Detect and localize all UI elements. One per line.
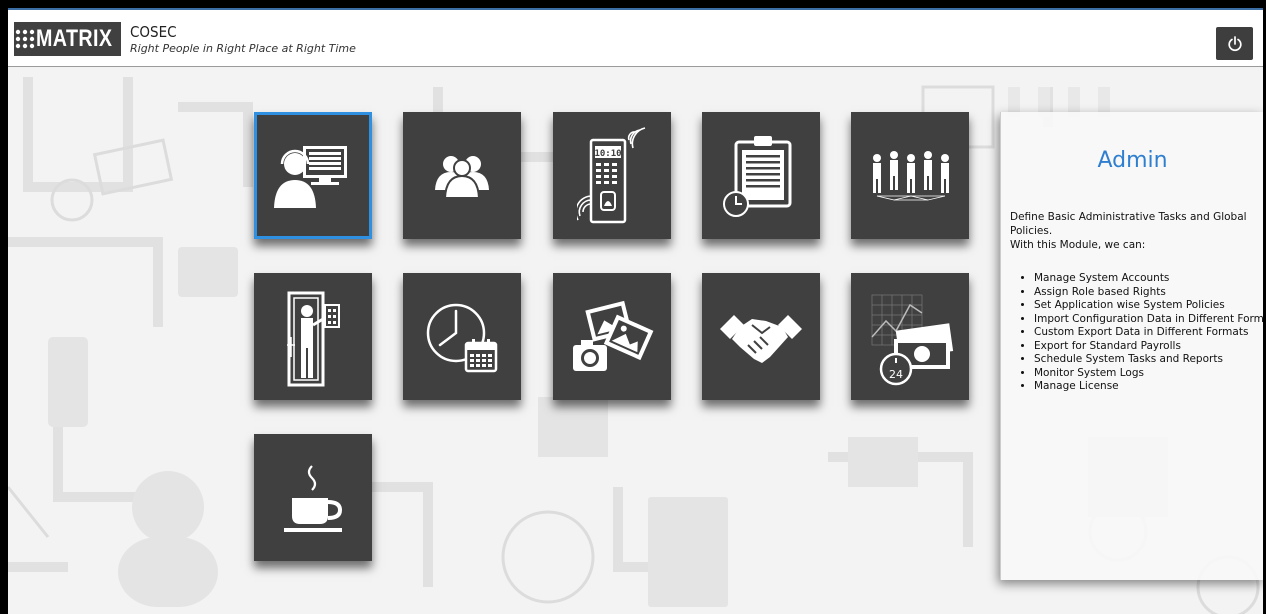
clipboard-clock-icon — [723, 135, 792, 217]
svg-text:10:10: 10:10 — [594, 149, 621, 159]
users-group-icon — [435, 155, 489, 198]
module-tile-partners[interactable] — [702, 273, 820, 400]
module-tile-admin[interactable] — [254, 112, 372, 239]
module-tile-attendance[interactable] — [702, 112, 820, 239]
header-accent-line — [8, 8, 1263, 10]
header: MATRIX COSEC Right People in Right Place… — [8, 8, 1263, 67]
panel-description-line: With this Module, we can: — [1010, 239, 1146, 251]
payroll-chart-icon: 24 — [871, 294, 954, 385]
module-tile-shift-schedule[interactable] — [403, 273, 521, 400]
organization-people-icon — [873, 150, 949, 200]
matrix-logo: MATRIX — [14, 22, 121, 56]
module-dashboard: 10:10 24 Admin Define Basic Administrati… — [8, 67, 1263, 614]
coffee-cup-icon — [284, 464, 343, 532]
module-tile-canteen[interactable] — [254, 434, 372, 561]
app-name: COSEC — [130, 23, 177, 41]
feature-item: Custom Export Data in Different Formats — [1034, 326, 1263, 340]
feature-item: Set Application wise System Policies — [1034, 299, 1263, 313]
logout-button[interactable] — [1216, 27, 1253, 60]
admin-operator-icon — [274, 145, 347, 208]
camera-photos-icon — [573, 300, 654, 371]
biometric-device-icon: 10:10 — [577, 126, 646, 223]
feature-item: Assign Role based Rights — [1034, 286, 1263, 300]
payroll-badge: 24 — [889, 368, 903, 381]
logo-mark-icon — [14, 22, 36, 56]
module-tile-users[interactable] — [403, 112, 521, 239]
clock-calendar-icon — [426, 303, 498, 372]
module-info-panel: Admin Define Basic Administrative Tasks … — [1000, 112, 1263, 580]
module-tile-payroll[interactable]: 24 — [851, 273, 969, 400]
module-tile-organization[interactable] — [851, 112, 969, 239]
module-tile-access-control[interactable] — [254, 273, 372, 400]
logo-text: MATRIX — [36, 25, 113, 52]
handshake-icon — [720, 314, 802, 363]
feature-item: Manage License — [1034, 380, 1263, 394]
feature-item: Import Configuration Data in Different F… — [1034, 313, 1263, 327]
tagline: Right People in Right Place at Right Tim… — [130, 42, 356, 55]
power-icon — [1227, 35, 1242, 51]
feature-item: Schedule System Tasks and Reports — [1034, 353, 1263, 367]
feature-item: Manage System Accounts — [1034, 272, 1263, 286]
panel-title: Admin — [1097, 148, 1168, 173]
feature-item: Export for Standard Payrolls — [1034, 340, 1263, 354]
door-access-icon — [287, 291, 340, 386]
feature-item: Monitor System Logs — [1034, 367, 1263, 381]
panel-description: Define Basic Administrative Tasks and Gl… — [1010, 210, 1262, 252]
panel-feature-list: Manage System Accounts Assign Role based… — [1010, 272, 1263, 394]
app-window: MATRIX COSEC Right People in Right Place… — [8, 8, 1263, 614]
module-tile-visitor[interactable] — [553, 273, 671, 400]
panel-description-line: Define Basic Administrative Tasks and Gl… — [1010, 211, 1247, 237]
module-tile-devices[interactable]: 10:10 — [553, 112, 671, 239]
